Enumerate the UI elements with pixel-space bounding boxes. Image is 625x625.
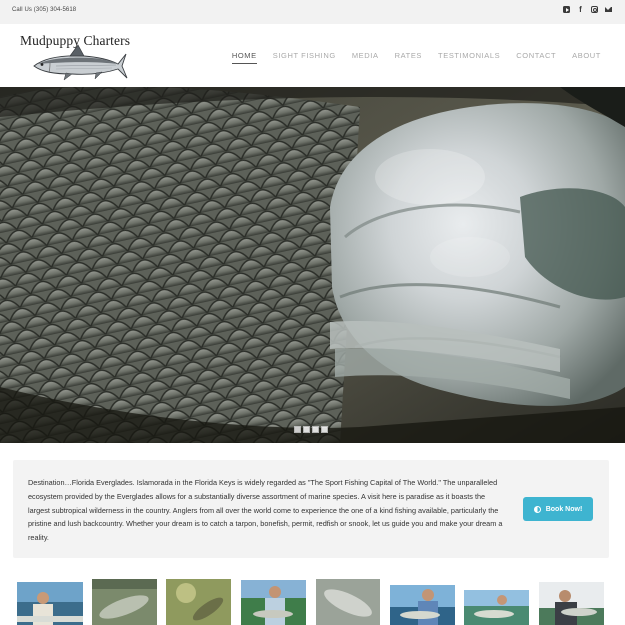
main-nav: HOME SIGHT FISHING MEDIA RATES TESTIMONI… — [231, 51, 601, 64]
hero-slider[interactable] — [0, 87, 625, 443]
gallery-thumb-6[interactable] — [390, 585, 455, 625]
hero-image — [0, 87, 625, 443]
instagram-icon[interactable] — [591, 6, 598, 13]
intro-box: Destination…Florida Everglades. Islamora… — [13, 460, 609, 558]
slider-dot-4[interactable] — [321, 426, 328, 433]
youtube-icon[interactable] — [563, 6, 570, 13]
slider-dot-3[interactable] — [312, 426, 319, 433]
gallery-thumb-8[interactable] — [539, 582, 604, 625]
gallery-thumb-4[interactable] — [241, 580, 306, 625]
gallery-thumbnails — [0, 578, 625, 625]
phone-number[interactable]: Call Us (305) 304-5618 — [12, 7, 76, 13]
nav-about[interactable]: ABOUT — [572, 51, 601, 64]
contrast-icon — [533, 505, 541, 513]
nav-testimonials[interactable]: TESTIMONIALS — [438, 51, 500, 64]
site-header: Mudpuppy Charters HOME SIGHT FISHING MED… — [0, 24, 625, 87]
gallery-thumb-7[interactable] — [464, 590, 529, 625]
intro-text: Destination…Florida Everglades. Islamora… — [28, 478, 503, 543]
gallery-thumb-1[interactable] — [17, 582, 83, 625]
nav-home[interactable]: HOME — [231, 51, 257, 64]
top-bar: Call Us (305) 304-5618 f — [0, 0, 625, 24]
gallery-thumb-5[interactable] — [316, 579, 380, 625]
slider-dot-1[interactable] — [294, 426, 301, 433]
slider-dots — [294, 426, 328, 433]
gallery-thumb-2[interactable] — [92, 579, 157, 625]
slider-dot-2[interactable] — [303, 426, 310, 433]
nav-rates[interactable]: RATES — [395, 51, 422, 64]
nav-media[interactable]: MEDIA — [352, 51, 379, 64]
gallery-thumb-3[interactable] — [166, 579, 231, 625]
fish-logo-icon[interactable] — [32, 44, 128, 82]
nav-sight-fishing[interactable]: SIGHT FISHING — [273, 51, 336, 64]
email-icon[interactable] — [605, 7, 612, 12]
facebook-icon[interactable]: f — [577, 6, 584, 14]
book-now-button[interactable]: Book Now! — [523, 497, 593, 521]
book-now-label: Book Now! — [545, 505, 583, 513]
social-links: f — [563, 6, 612, 14]
nav-contact[interactable]: CONTACT — [516, 51, 556, 64]
